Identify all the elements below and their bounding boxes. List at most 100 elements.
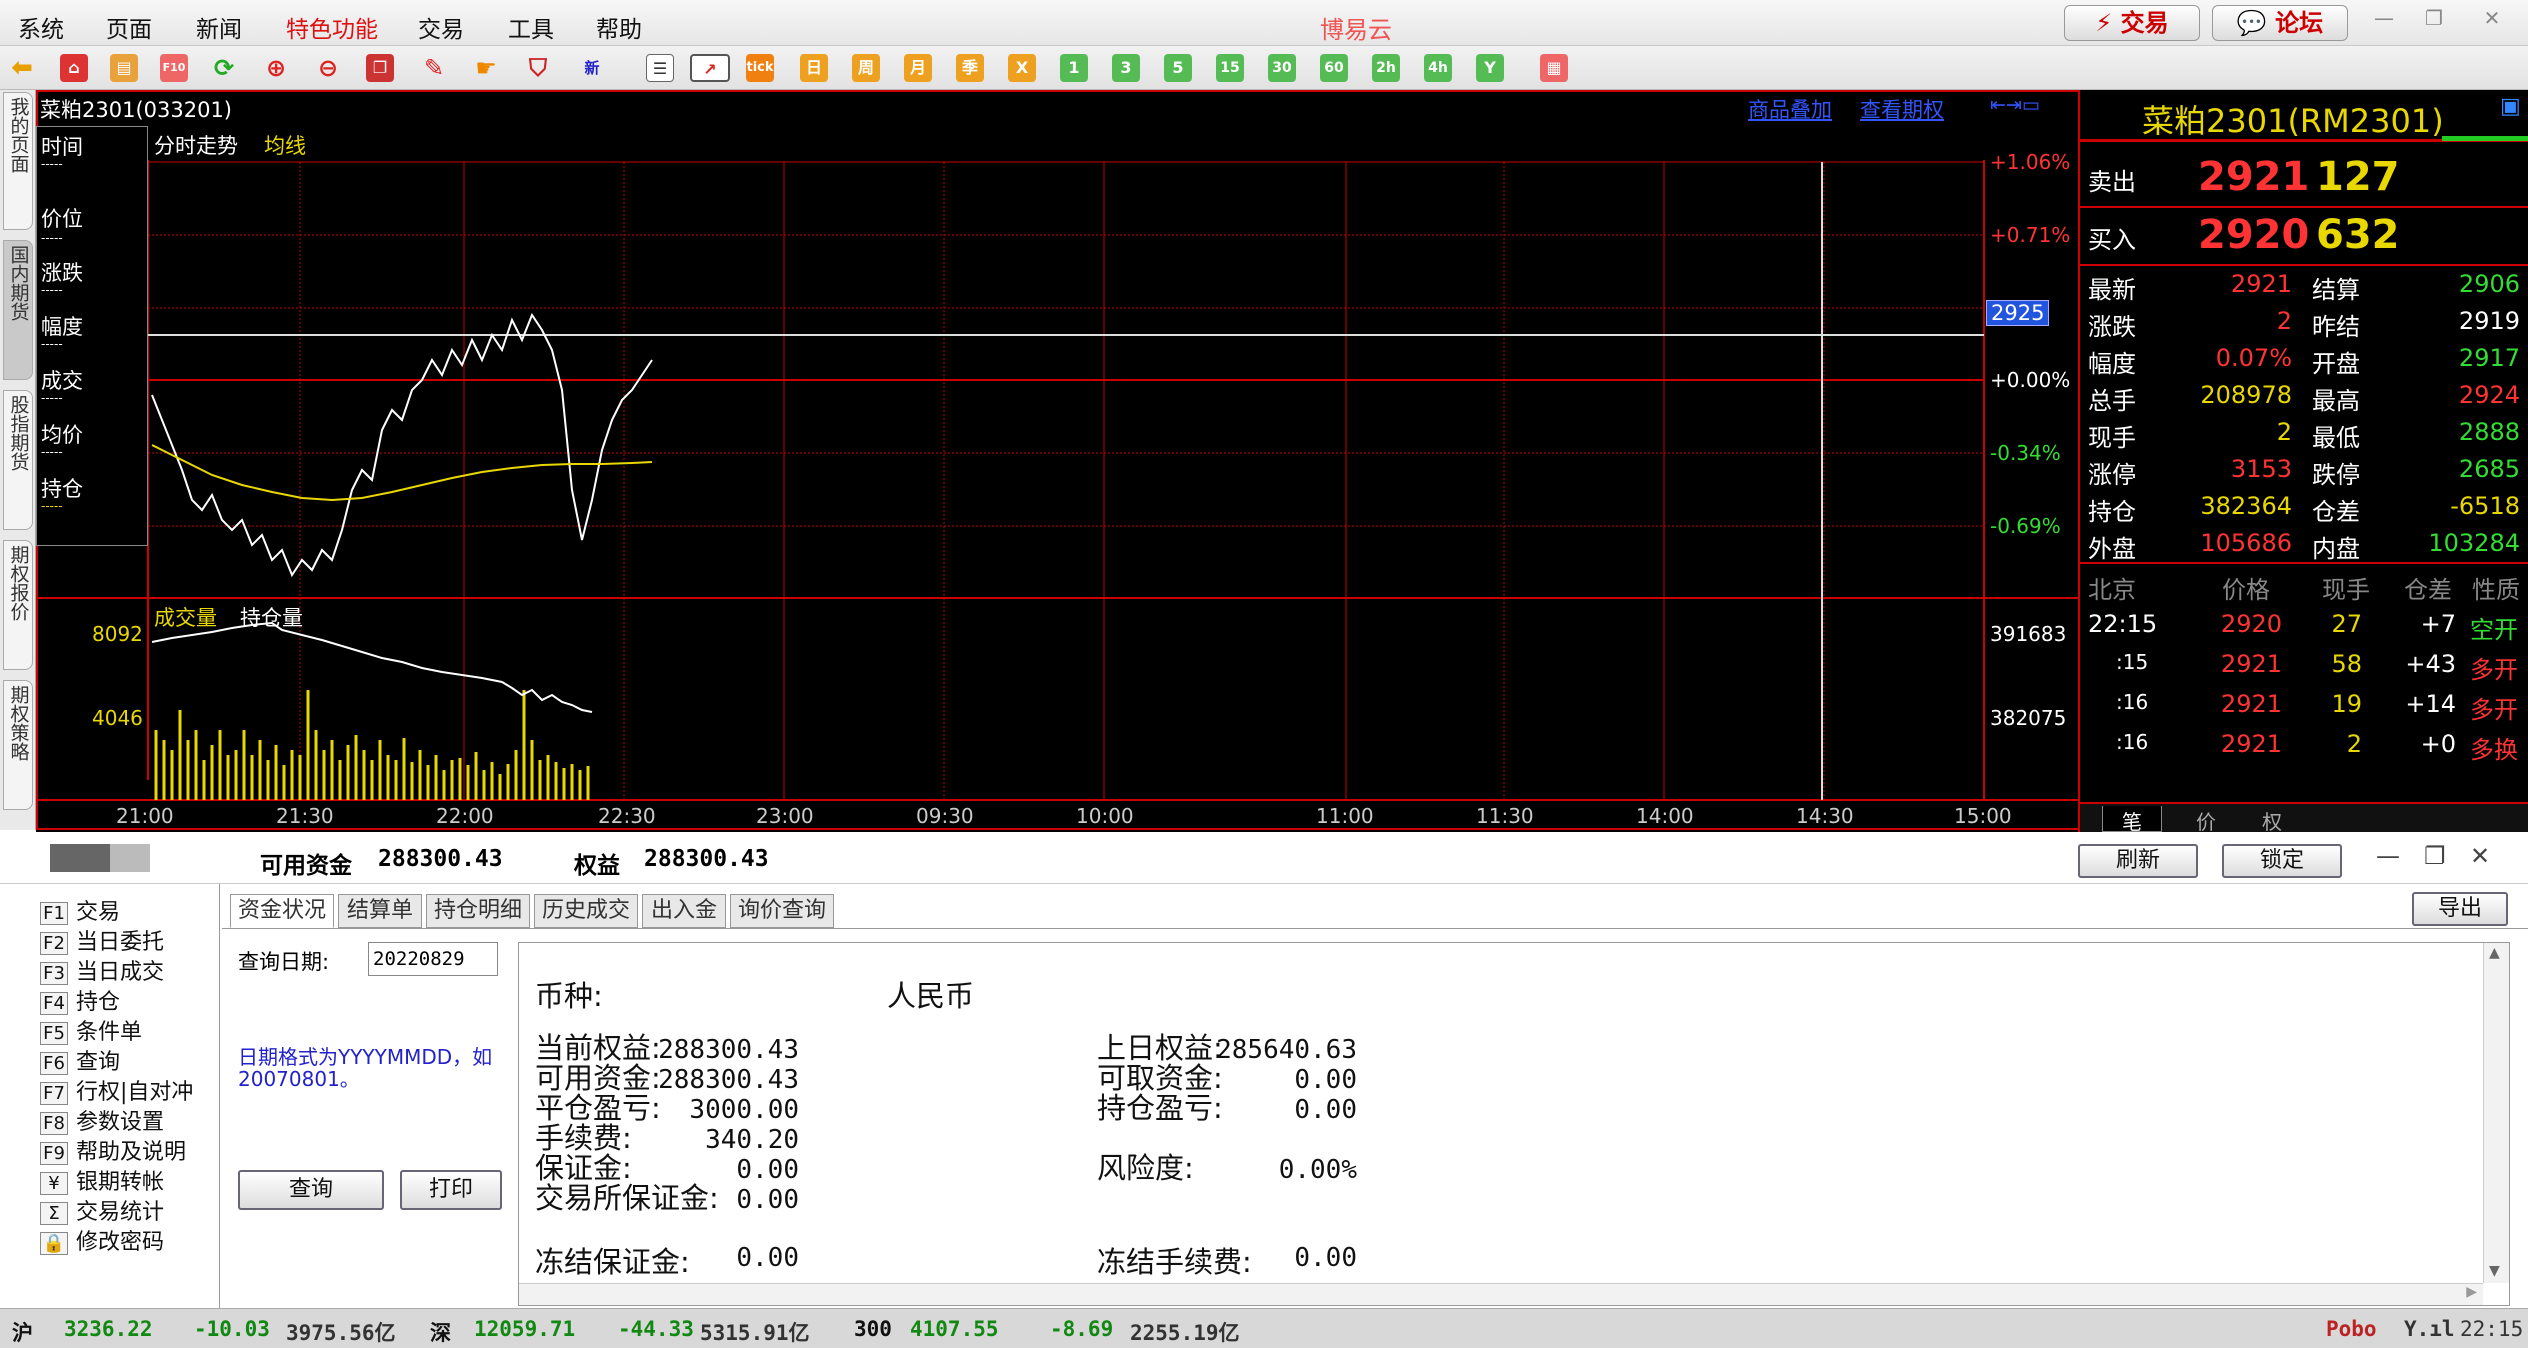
view-options-link[interactable]: 查看期权	[1860, 94, 1944, 124]
menu-news[interactable]: 新闻	[196, 10, 242, 44]
tab-rights[interactable]: 权	[2242, 806, 2302, 835]
draw-pen-icon[interactable]: ✎	[420, 54, 448, 82]
panel-restore-icon[interactable]: ❐	[2424, 842, 2446, 870]
period-15min[interactable]: 15	[1216, 54, 1244, 82]
scroll-up-icon[interactable]: ▲	[2489, 945, 2500, 961]
period-2h[interactable]: 2h	[1372, 54, 1400, 82]
tree-item-positions[interactable]: F4 持仓	[40, 984, 120, 1016]
sz-label: 深	[430, 1321, 451, 1345]
trade-button[interactable]: ⚡ 交易	[2064, 5, 2200, 41]
new-icon[interactable]: 新	[578, 54, 606, 82]
lock-button[interactable]: 锁定	[2222, 844, 2342, 878]
refresh-button[interactable]: 刷新	[2078, 844, 2198, 878]
tab-inquiry[interactable]: 询价查询	[730, 894, 834, 928]
period-30min[interactable]: 30	[1268, 54, 1296, 82]
stat-value-open: 2917	[2458, 344, 2520, 372]
zoom-in-icon[interactable]: ⊕	[262, 54, 290, 82]
tab-statement[interactable]: 结算单	[338, 894, 422, 928]
period-day[interactable]: 日	[800, 54, 828, 82]
forum-button[interactable]: 💬 论坛	[2212, 5, 2348, 41]
tree-key: F8	[40, 1112, 68, 1135]
menu-help[interactable]: 帮助	[596, 10, 642, 44]
calculator-icon[interactable]: ▦	[1540, 54, 1568, 82]
tree-item-settings[interactable]: F8 参数设置	[40, 1104, 164, 1136]
export-button[interactable]: 导出	[2412, 892, 2508, 926]
intraday-chart[interactable]: 菜粕2301(033201) 商品叠加 查看期权 ⇤⇥▭ 分时走势 均线 时间 …	[36, 90, 2080, 832]
tree-key: F1	[40, 902, 68, 925]
fund-label-close-pnl: 平仓盈亏:	[535, 1091, 661, 1125]
menu-trade[interactable]: 交易	[418, 10, 464, 44]
menu-system[interactable]: 系统	[18, 10, 64, 44]
tree-item-statistics[interactable]: Σ 交易统计	[40, 1194, 164, 1226]
period-year[interactable]: Y	[1476, 54, 1504, 82]
vtab-domestic-futures[interactable]: 国内期货	[3, 240, 33, 380]
tab-ticks[interactable]: 笔	[2102, 806, 2162, 834]
pct-label-2: +0.71%	[1990, 223, 2071, 247]
tab-price[interactable]: 价	[2176, 806, 2236, 835]
maximize-icon[interactable]: ❐	[2420, 4, 2448, 32]
tab-position-detail[interactable]: 持仓明细	[426, 894, 530, 928]
period-week[interactable]: 周	[852, 54, 880, 82]
vtab-my-page[interactable]: 我的页面	[3, 92, 33, 230]
scroll-down-icon[interactable]: ▼	[2489, 1263, 2500, 1279]
tree-item-trade[interactable]: F1 交易	[40, 894, 120, 926]
back-icon[interactable]: ⬅	[8, 54, 36, 82]
hand-icon[interactable]: ☛	[472, 54, 500, 82]
zoom-out-icon[interactable]: ⊖	[314, 54, 342, 82]
vtab-options-strategy[interactable]: 期权策略	[3, 680, 33, 810]
minimize-icon[interactable]: —	[2370, 4, 2398, 32]
tree-key: F7	[40, 1082, 68, 1105]
period-month[interactable]: 月	[904, 54, 932, 82]
tab-history-fills[interactable]: 历史成交	[534, 894, 638, 928]
tree-item-conditional[interactable]: F5 条件单	[40, 1014, 142, 1046]
print-button[interactable]: 打印	[400, 1170, 502, 1210]
scroll-right-icon[interactable]: ▶	[2466, 1284, 2477, 1300]
tree-key: F2	[40, 932, 68, 955]
f10-icon[interactable]: F10	[160, 54, 188, 82]
period-5min[interactable]: 5	[1164, 54, 1192, 82]
tick-icon[interactable]: tick	[746, 54, 774, 82]
menu-page[interactable]: 页面	[106, 10, 152, 44]
tree-item-exercise[interactable]: F7 行权|自对冲	[40, 1074, 193, 1106]
period-1min[interactable]: 1	[1060, 54, 1088, 82]
panel-minimize-icon[interactable]: —	[2376, 842, 2400, 870]
tree-item-change-password[interactable]: 🔒 修改密码	[40, 1224, 164, 1256]
period-4h[interactable]: 4h	[1424, 54, 1452, 82]
query-date-input[interactable]	[368, 942, 498, 976]
window-icon[interactable]: ❐	[366, 54, 394, 82]
line-chart-icon[interactable]: ↗	[690, 54, 730, 82]
period-60min[interactable]: 60	[1320, 54, 1348, 82]
stat-value-total: 208978	[2200, 381, 2292, 409]
vtab-options-quote[interactable]: 期权报价	[3, 540, 33, 670]
refresh-icon[interactable]: ⟳	[210, 54, 238, 82]
tab-fund-status[interactable]: 资金状况	[230, 894, 334, 928]
bid-price: 2920	[2198, 212, 2310, 258]
tree-item-fills[interactable]: F3 当日成交	[40, 954, 164, 986]
tree-item-bank-transfer[interactable]: ¥ 银期转帐	[40, 1164, 164, 1196]
tree-item-query[interactable]: F6 查询	[40, 1044, 120, 1076]
tree-item-orders[interactable]: F2 当日委托	[40, 924, 164, 956]
query-button[interactable]: 查询	[238, 1170, 384, 1210]
tab-deposit-withdraw[interactable]: 出入金	[642, 894, 726, 928]
notebook-icon[interactable]: ▤	[110, 54, 138, 82]
horizontal-scrollbar[interactable]: ▶	[519, 1283, 2483, 1305]
vertical-scrollbar[interactable]: ▲ ▼	[2483, 943, 2509, 1283]
close-icon[interactable]: ✕	[2478, 4, 2506, 32]
layout-icons[interactable]: ⇤⇥▭	[1990, 94, 2040, 116]
filter-icon[interactable]: ⛉	[524, 54, 552, 82]
list-icon[interactable]: ☰	[646, 54, 674, 82]
home-icon[interactable]: ⌂	[60, 54, 88, 82]
period-season[interactable]: 季	[956, 54, 984, 82]
period-3min[interactable]: 3	[1112, 54, 1140, 82]
expand-icon[interactable]: ▣	[2500, 94, 2521, 119]
tick-price: 2921	[2220, 690, 2282, 718]
menu-special-features[interactable]: 特色功能	[286, 10, 378, 44]
tick-row: 22:15 2920 27 +7 空开	[2080, 606, 2528, 644]
commodity-overlay-link[interactable]: 商品叠加	[1748, 94, 1832, 124]
period-custom[interactable]: X	[1008, 54, 1036, 82]
menu-tools[interactable]: 工具	[508, 10, 554, 44]
tree-item-help[interactable]: F9 帮助及说明	[40, 1134, 186, 1166]
panel-close-icon[interactable]: ✕	[2470, 842, 2490, 870]
vtab-index-futures[interactable]: 股指期货	[3, 390, 33, 530]
fund-value-available: 288300.43	[658, 1065, 799, 1095]
